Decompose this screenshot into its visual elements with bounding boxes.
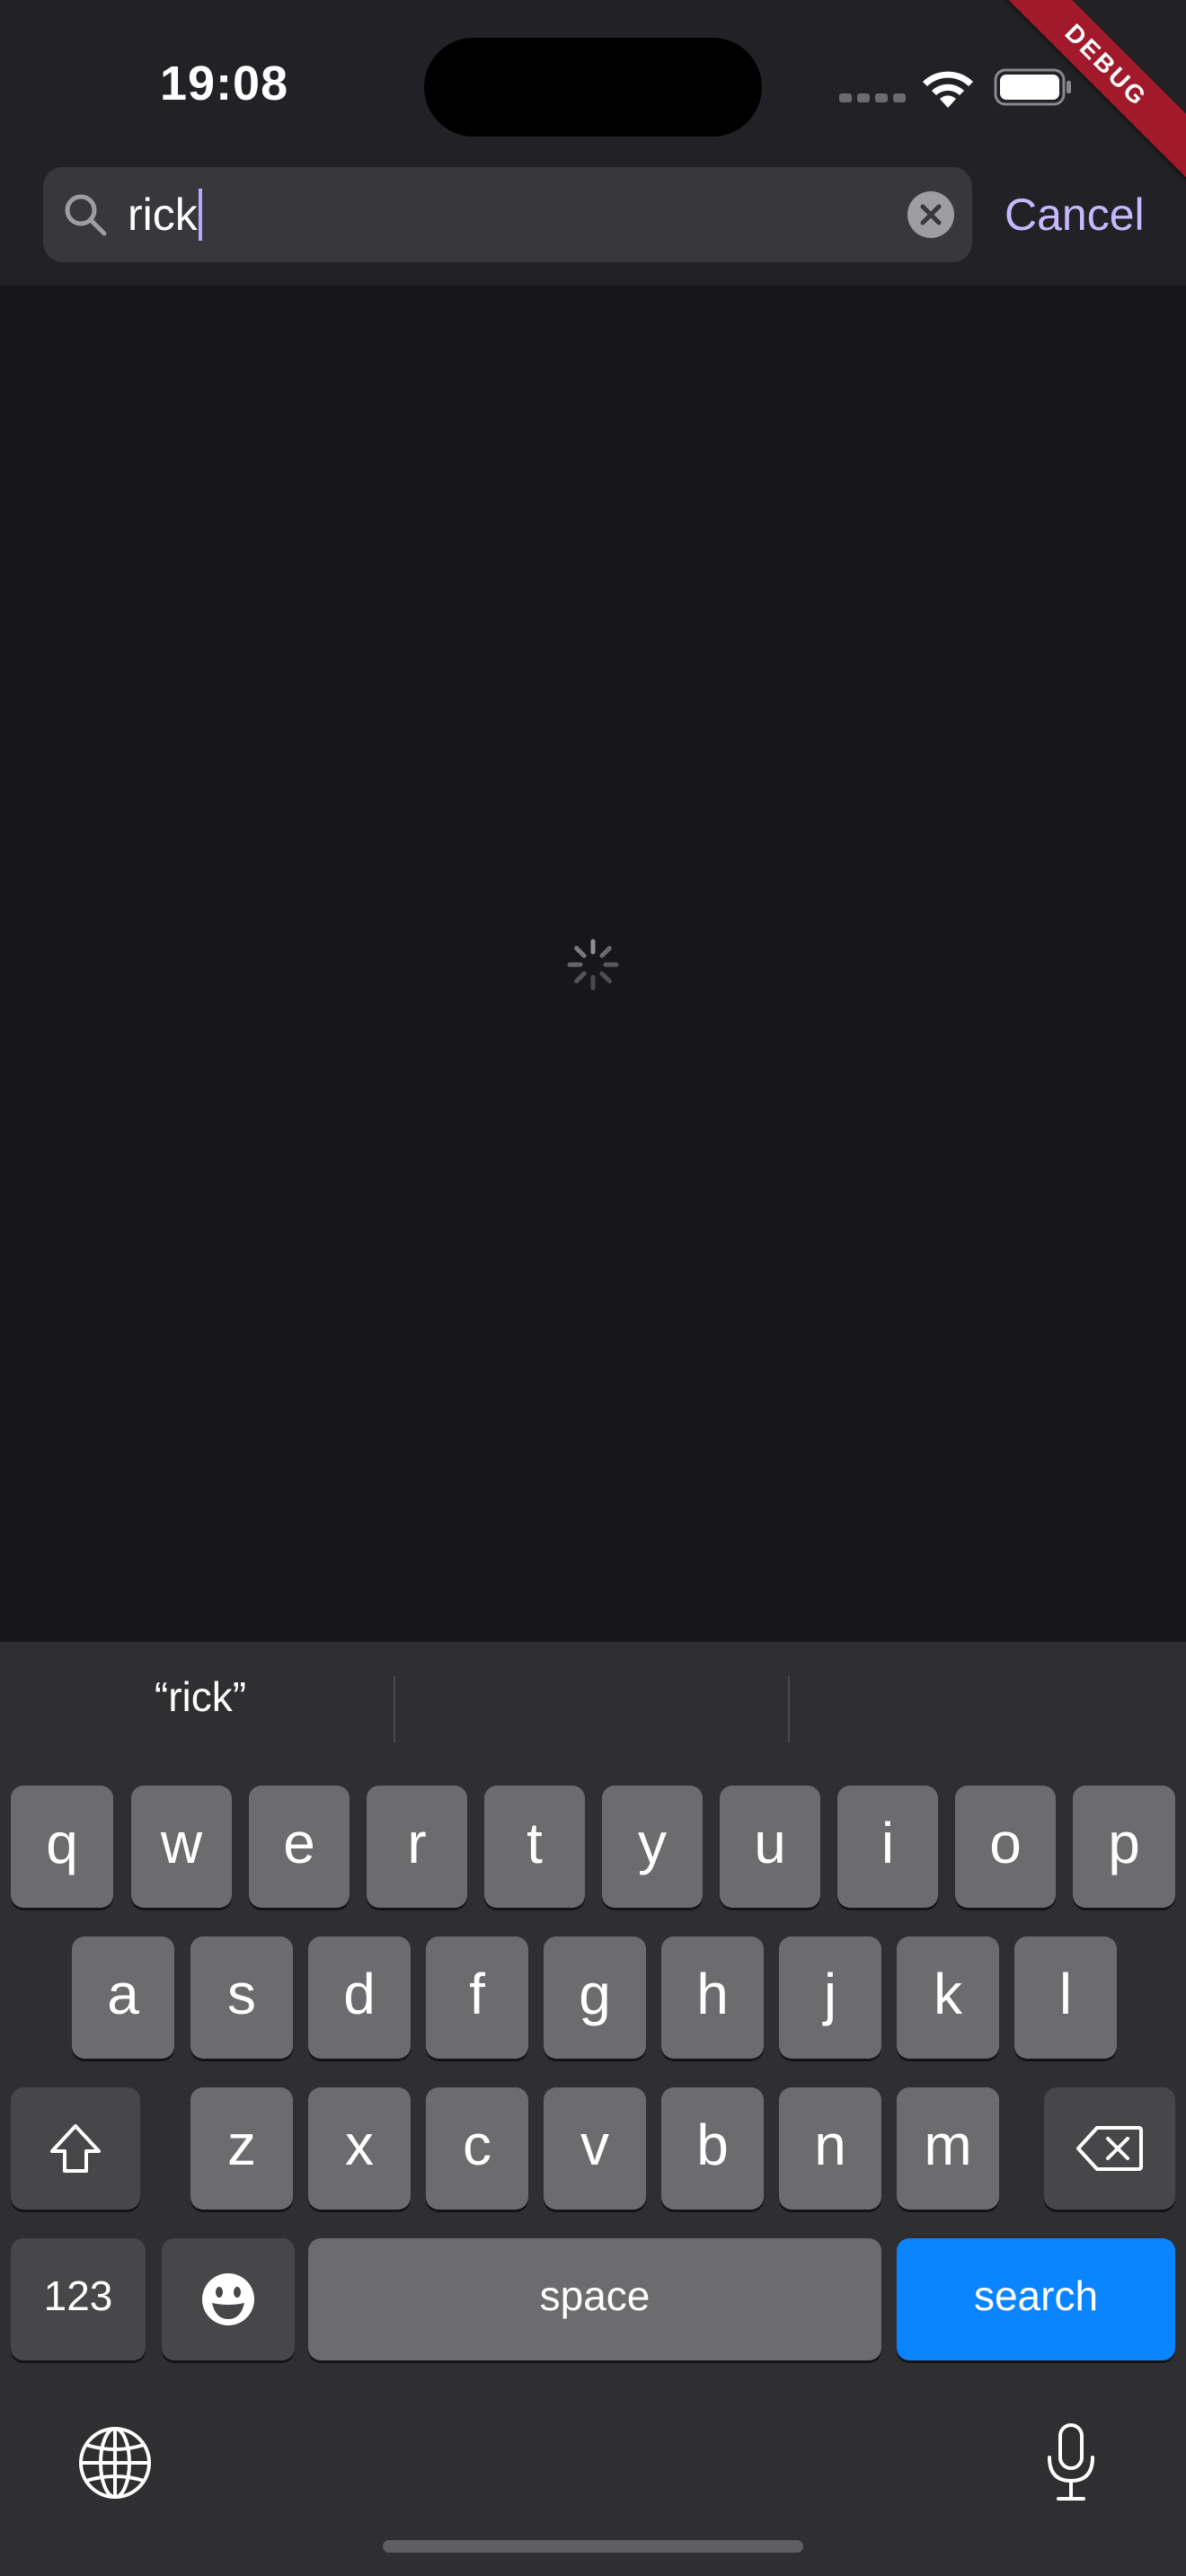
dynamic-island — [424, 38, 762, 137]
backspace-key[interactable] — [1044, 2087, 1175, 2210]
key-s[interactable]: s — [190, 1936, 293, 2059]
status-time: 19:08 — [160, 57, 289, 110]
key-g[interactable]: g — [544, 1936, 646, 2059]
search-key[interactable]: search — [897, 2238, 1175, 2360]
key-m[interactable]: m — [897, 2087, 999, 2210]
key-f[interactable]: f — [426, 1936, 528, 2059]
clear-search-button[interactable] — [907, 191, 954, 238]
search-field[interactable]: rick — [43, 167, 972, 262]
search-input[interactable]: rick — [128, 183, 918, 246]
key-c[interactable]: c — [426, 2087, 528, 2210]
key-j[interactable]: j — [779, 1936, 881, 2059]
suggestion-item[interactable]: “rick” — [7, 1672, 394, 1721]
globe-icon[interactable] — [77, 2425, 153, 2501]
cellular-signal-icon — [839, 93, 906, 102]
key-n[interactable]: n — [779, 2087, 881, 2210]
key-w[interactable]: w — [131, 1786, 232, 1908]
key-y[interactable]: y — [602, 1786, 703, 1908]
search-input-text: rick — [128, 190, 198, 240]
key-k[interactable]: k — [897, 1936, 999, 2059]
shift-icon — [50, 2124, 101, 2173]
numbers-key[interactable]: 123 — [11, 2238, 146, 2360]
key-h[interactable]: h — [661, 1936, 764, 2059]
key-q[interactable]: q — [11, 1786, 113, 1908]
wifi-icon — [923, 71, 973, 108]
key-u[interactable]: u — [720, 1786, 820, 1908]
key-e[interactable]: e — [249, 1786, 350, 1908]
suggestion-bar: “rick” — [0, 1642, 1186, 1778]
suggestion-divider — [394, 1676, 395, 1742]
cancel-button[interactable]: Cancel — [1005, 189, 1145, 241]
key-d[interactable]: d — [308, 1936, 411, 2059]
suggestion-divider — [788, 1676, 790, 1742]
key-v[interactable]: v — [544, 2087, 646, 2210]
key-a[interactable]: a — [72, 1936, 174, 2059]
shift-key[interactable] — [11, 2087, 140, 2210]
key-p[interactable]: p — [1073, 1786, 1175, 1908]
key-b[interactable]: b — [661, 2087, 764, 2210]
search-icon — [65, 194, 107, 236]
key-t[interactable]: t — [484, 1786, 585, 1908]
space-key[interactable]: space — [308, 2238, 881, 2360]
loading-spinner-icon — [567, 939, 619, 991]
microphone-icon[interactable] — [1044, 2422, 1098, 2504]
emoji-key[interactable] — [162, 2238, 295, 2360]
close-icon — [920, 204, 942, 225]
key-r[interactable]: r — [367, 1786, 467, 1908]
key-z[interactable]: z — [190, 2087, 293, 2210]
battery-icon — [994, 68, 1071, 106]
key-x[interactable]: x — [308, 2087, 411, 2210]
key-o[interactable]: o — [955, 1786, 1056, 1908]
text-caret — [198, 188, 202, 241]
app-header: 19:08 DEBUG rick Cancel — [0, 0, 1186, 286]
home-indicator — [383, 2540, 803, 2553]
key-i[interactable]: i — [837, 1786, 938, 1908]
emoji-icon — [202, 2273, 254, 2325]
key-l[interactable]: l — [1014, 1936, 1117, 2059]
backspace-icon — [1076, 2126, 1143, 2171]
